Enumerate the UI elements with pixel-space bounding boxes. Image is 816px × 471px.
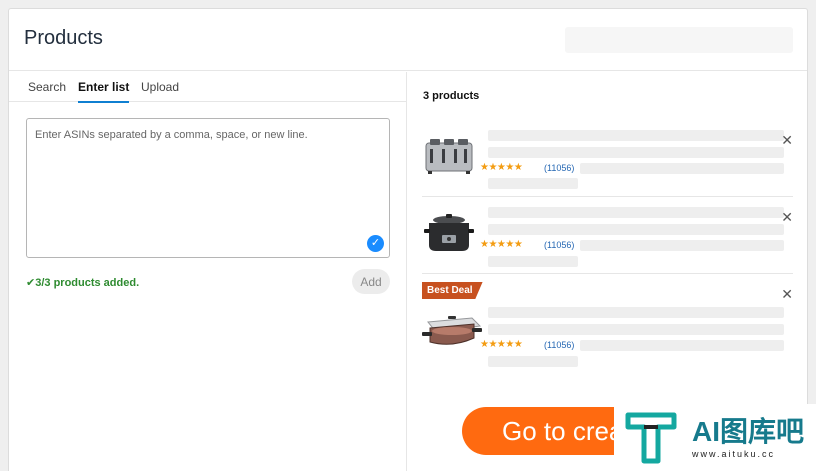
title-placeholder bbox=[488, 147, 784, 158]
title-placeholder bbox=[488, 307, 784, 318]
title-placeholder bbox=[488, 324, 784, 335]
price-placeholder bbox=[488, 178, 578, 189]
status-message: ✔3/3 products added. bbox=[26, 276, 139, 289]
meta-placeholder bbox=[580, 340, 784, 351]
remove-product-icon[interactable]: ✕ bbox=[781, 209, 793, 226]
price-placeholder bbox=[488, 356, 578, 367]
watermark: AI图库吧 www.aituku.cc bbox=[614, 404, 816, 471]
product-row: ★★★★★ (11056) ✕ bbox=[422, 197, 793, 274]
asin-input-box: ✓ bbox=[26, 118, 390, 258]
best-deal-badge: Best Deal bbox=[422, 282, 483, 299]
product-row: Best Deal ★★★★★ (11056) ✕ bbox=[422, 274, 793, 374]
title-placeholder bbox=[488, 224, 784, 235]
asin-input[interactable] bbox=[27, 119, 389, 257]
star-rating: ★★★★★ bbox=[480, 162, 523, 173]
checkmark-circle-icon: ✓ bbox=[367, 235, 384, 252]
product-count: 3 products bbox=[423, 90, 480, 102]
review-count[interactable]: (11056) bbox=[544, 340, 574, 350]
tab-search[interactable]: Search bbox=[28, 80, 66, 94]
tab-upload[interactable]: Upload bbox=[141, 80, 179, 94]
status-text: 3/3 products added. bbox=[35, 277, 140, 289]
meta-placeholder bbox=[580, 163, 784, 174]
meta-placeholder bbox=[580, 240, 784, 251]
watermark-logo-icon bbox=[625, 412, 677, 463]
remove-product-icon[interactable]: ✕ bbox=[781, 132, 793, 149]
panel-header: Products bbox=[9, 9, 807, 71]
slow-cooker-image bbox=[424, 214, 474, 251]
review-count[interactable]: (11056) bbox=[544, 163, 574, 173]
check-icon: ✔ bbox=[26, 277, 36, 289]
star-rating: ★★★★★ bbox=[480, 339, 523, 350]
watermark-text: AI图库吧 bbox=[692, 415, 805, 447]
price-placeholder bbox=[488, 256, 578, 267]
title-placeholder bbox=[488, 130, 784, 141]
title-placeholder bbox=[488, 207, 784, 218]
toaster-image bbox=[425, 139, 473, 174]
watermark-url: www.aituku.cc bbox=[692, 448, 776, 459]
add-button[interactable]: Add bbox=[352, 269, 390, 294]
review-count[interactable]: (11056) bbox=[544, 240, 574, 250]
electric-skillet-image bbox=[422, 316, 482, 345]
product-row: ★★★★★ (11056) ✕ bbox=[422, 122, 793, 197]
tab-enter-list[interactable]: Enter list bbox=[78, 80, 130, 103]
products-panel: Products Search Enter list Upload ✓ ✔3/3… bbox=[8, 8, 808, 471]
watermark-text-block: AI图库吧 www.aituku.cc bbox=[692, 415, 805, 459]
header-placeholder bbox=[565, 27, 793, 53]
tab-bar: Search Enter list Upload bbox=[9, 72, 406, 103]
product-entry-pane: Search Enter list Upload ✓ ✔3/3 products… bbox=[9, 72, 407, 471]
remove-product-icon[interactable]: ✕ bbox=[781, 286, 793, 303]
page-title: Products bbox=[24, 27, 103, 49]
star-rating: ★★★★★ bbox=[480, 239, 523, 250]
